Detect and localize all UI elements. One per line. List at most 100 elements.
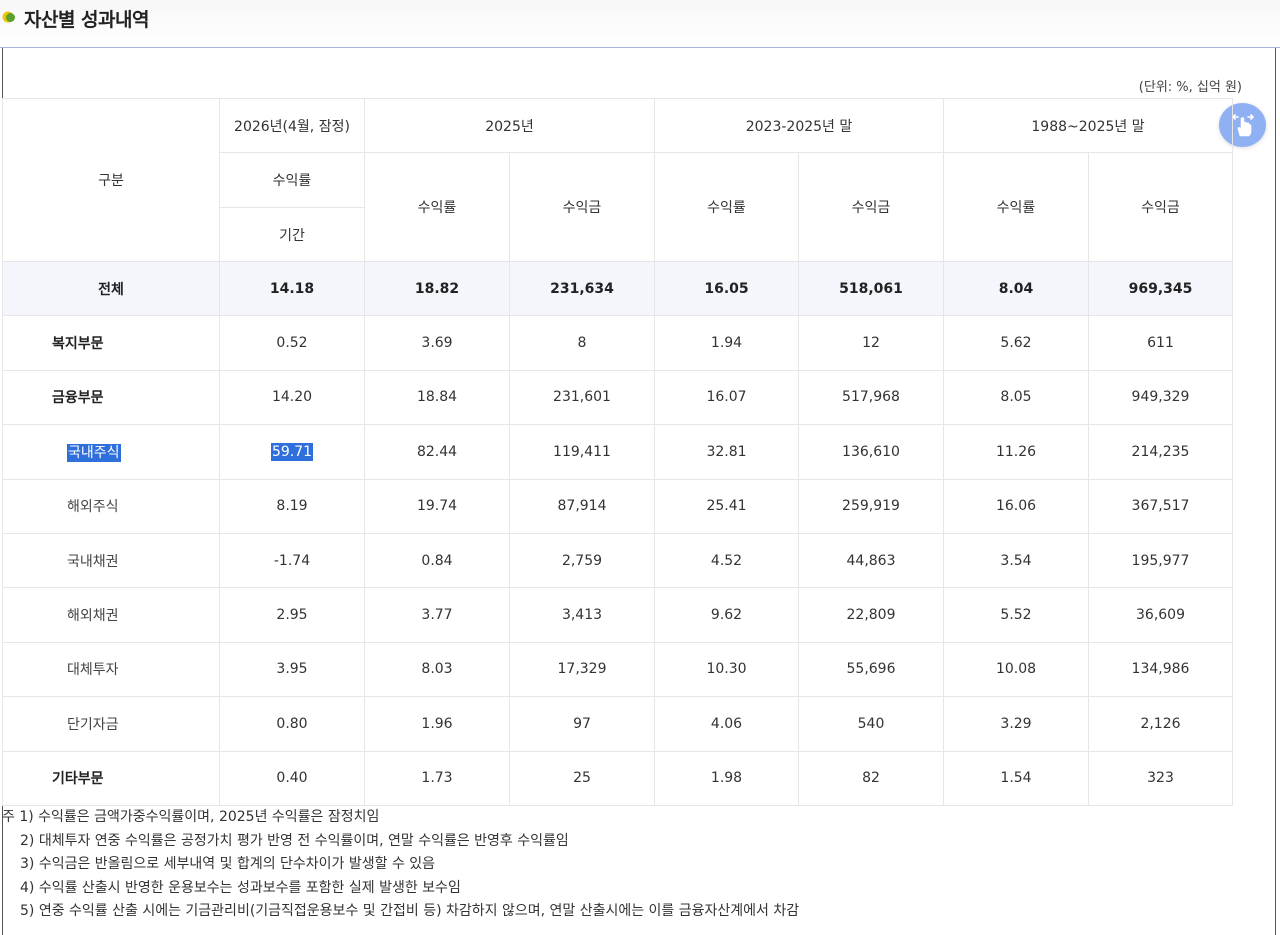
row-label-financial: 금융부문 [2, 369, 220, 426]
table-row: 국내주식 59.71 82.44 119,411 32.81 136,610 1… [2, 424, 1233, 480]
table-cell: 969,345 [1088, 260, 1233, 317]
table-cell: 3.95 [219, 641, 365, 698]
col-header-amount-1988-2025: 수익금 [1088, 152, 1233, 262]
table-row: 해외주식 8.19 19.74 87,914 25.41 259,919 16.… [2, 478, 1233, 534]
table-cell: 367,517 [1088, 478, 1233, 534]
selected-text: 국내주식 [67, 443, 121, 462]
table-cell: 87,914 [509, 478, 655, 534]
col-header-period-sub: 기간 [219, 207, 365, 262]
table-cell: 16.05 [654, 260, 799, 317]
table-cell: 0.84 [364, 532, 510, 589]
table-cell: 14.20 [219, 369, 365, 426]
table-row: 전체 14.18 18.82 231,634 16.05 518,061 8.0… [2, 260, 1233, 317]
table-cell: 9.62 [654, 587, 799, 643]
row-label-welfare: 복지부문 [2, 315, 220, 371]
table-cell: 1.54 [943, 750, 1089, 806]
table-cell: 19.74 [364, 478, 510, 534]
table-cell: 59.71 [219, 424, 365, 480]
table-row: 복지부문 0.52 3.69 8 1.94 12 5.62 611 [2, 315, 1233, 371]
row-label-domestic-equity: 국내주식 [2, 424, 220, 480]
table-cell: 32.81 [654, 424, 799, 480]
table-cell: 11.26 [943, 424, 1089, 480]
table-cell: 25 [509, 750, 655, 806]
row-label-global-bond: 해외채권 [2, 587, 220, 643]
row-label-domestic-bond: 국내채권 [2, 532, 220, 589]
col-header-rate-2025: 수익률 [364, 152, 510, 262]
table-cell: 3.69 [364, 315, 510, 371]
table-cell: 18.82 [364, 260, 510, 317]
table-cell: 10.30 [654, 641, 799, 698]
col-header-category: 구분 [2, 98, 220, 262]
table-cell: 16.07 [654, 369, 799, 426]
table-cell: 8 [509, 315, 655, 371]
table-cell: 82 [798, 750, 944, 806]
table-cell: 22,809 [798, 587, 944, 643]
table-cell: 18.84 [364, 369, 510, 426]
table-cell: 4.06 [654, 696, 799, 752]
page-title: 자산별 성과내역 [24, 9, 149, 31]
col-header-rate-2026: 수익률 [219, 152, 365, 208]
table-cell: 36,609 [1088, 587, 1233, 643]
table-cell: 10.08 [943, 641, 1089, 698]
table-cell: 44,863 [798, 532, 944, 589]
table-cell: 611 [1088, 315, 1233, 371]
row-label-total: 전체 [2, 260, 220, 317]
table-cell: 55,696 [798, 641, 944, 698]
table-cell: 517,968 [798, 369, 944, 426]
table-cell: 3.77 [364, 587, 510, 643]
yellow-green-bullet-icon [2, 11, 15, 23]
table-row: 대체투자 3.95 8.03 17,329 10.30 55,696 10.08… [2, 641, 1233, 698]
table-cell: 259,919 [798, 478, 944, 534]
row-label-global-equity: 해외주식 [2, 478, 220, 534]
table-cell: 136,610 [798, 424, 944, 480]
table-cell: 323 [1088, 750, 1233, 806]
table-cell: 3.29 [943, 696, 1089, 752]
table-cell: 2,759 [509, 532, 655, 589]
row-label-other: 기타부문 [2, 750, 220, 806]
table-cell: 1.73 [364, 750, 510, 806]
table-cell: 2.95 [219, 587, 365, 643]
footnote-3: 3) 수익금은 반올림으로 세부내역 및 합계의 단수차이가 발생할 수 있음 [20, 856, 436, 873]
table-cell: 518,061 [798, 260, 944, 317]
table-cell: 97 [509, 696, 655, 752]
table-cell: 17,329 [509, 641, 655, 698]
table-cell: 0.52 [219, 315, 365, 371]
col-header-rate-1988-2025: 수익률 [943, 152, 1089, 262]
table-cell: 119,411 [509, 424, 655, 480]
row-label-alternatives: 대체투자 [2, 641, 220, 698]
footnote-4: 4) 수익률 산출시 반영한 운용보수는 성과보수를 포함한 실제 발생한 보수… [20, 879, 461, 896]
table-cell: 25.41 [654, 478, 799, 534]
col-header-amount-2023-2025: 수익금 [798, 152, 944, 262]
table-cell: 1.98 [654, 750, 799, 806]
table-row: 기타부문 0.40 1.73 25 1.98 82 1.54 323 [2, 750, 1233, 806]
table-cell: 16.06 [943, 478, 1089, 534]
footnote-5: 5) 연중 수익률 산출 시에는 기금관리비(기금직접운용보수 및 간접비 등)… [20, 903, 800, 920]
table-cell: -1.74 [219, 532, 365, 589]
col-header-period-2026: 2026년(4월, 잠정) [219, 98, 365, 153]
col-header-period-2023-2025: 2023-2025년 말 [654, 98, 944, 153]
table-cell: 82.44 [364, 424, 510, 480]
table-cell: 4.52 [654, 532, 799, 589]
selected-text: 59.71 [270, 442, 314, 461]
table-cell: 3.54 [943, 532, 1089, 589]
row-label-short-term: 단기자금 [2, 696, 220, 752]
table-cell: 540 [798, 696, 944, 752]
unit-label: (단위: %, 십억 원) [1138, 80, 1242, 95]
table-row: 금융부문 14.20 18.84 231,601 16.07 517,968 8… [2, 369, 1233, 426]
table-cell: 1.94 [654, 315, 799, 371]
table-cell: 1.96 [364, 696, 510, 752]
table-cell: 8.19 [219, 478, 365, 534]
section-header: 자산별 성과내역 [0, 0, 1280, 48]
table-row: 국내채권 -1.74 0.84 2,759 4.52 44,863 3.54 1… [2, 532, 1233, 589]
table-cell: 5.52 [943, 587, 1089, 643]
footnotes: 주 1) 수익률은 금액가중수익률이며, 2025년 수익률은 잠정치임 2) … [2, 806, 799, 924]
table-cell: 0.80 [219, 696, 365, 752]
table-cell: 8.04 [943, 260, 1089, 317]
table-cell: 8.03 [364, 641, 510, 698]
col-header-period-1988-2025: 1988~2025년 말 [943, 98, 1233, 153]
table-cell: 214,235 [1088, 424, 1233, 480]
table-cell: 2,126 [1088, 696, 1233, 752]
table-cell: 0.40 [219, 750, 365, 806]
table-cell: 14.18 [219, 260, 365, 317]
table-cell: 5.62 [943, 315, 1089, 371]
